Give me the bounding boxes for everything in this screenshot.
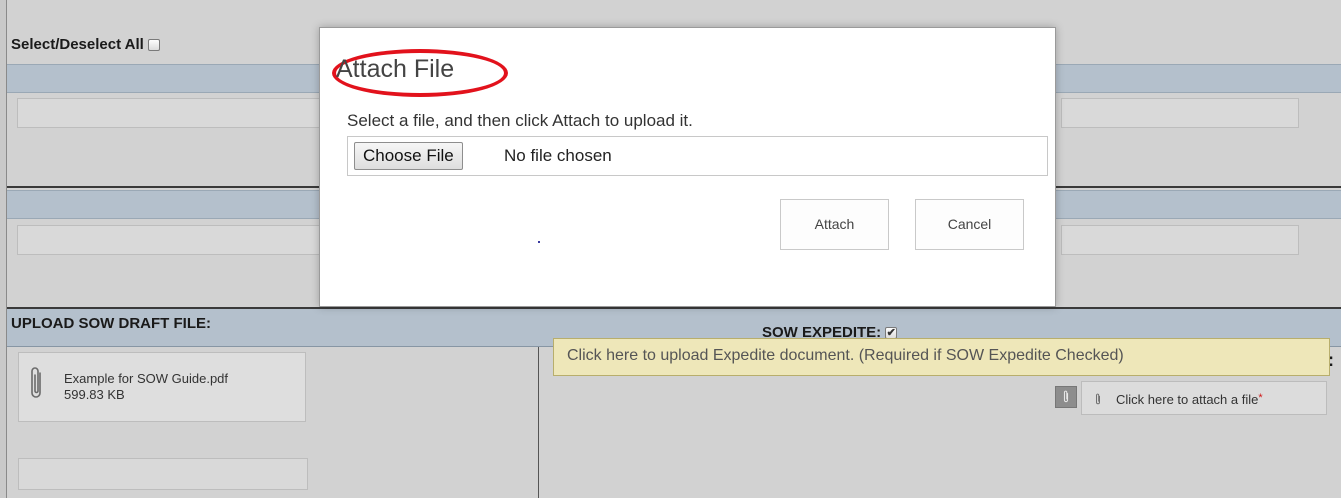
text-field-1-left[interactable]: [17, 98, 327, 128]
paperclip-icon: [1063, 390, 1069, 403]
select-all-label: Select/Deselect All: [11, 36, 144, 53]
paperclip-icon: [1096, 393, 1100, 405]
text-field-2-left[interactable]: [17, 225, 327, 255]
dialog-description: Select a file, and then click Attach to …: [347, 111, 693, 130]
attach-button[interactable]: Attach: [780, 199, 889, 250]
column-divider: [538, 347, 539, 498]
select-all-checkbox[interactable]: [147, 38, 160, 51]
attach-file-link[interactable]: Click here to attach a file*: [1081, 381, 1327, 415]
text-field-2-right[interactable]: [1061, 225, 1299, 255]
required-marker: *: [1258, 392, 1263, 404]
upload-sow-draft-title: UPLOAD SOW DRAFT FILE:: [11, 315, 211, 332]
loading-dot: [538, 241, 540, 243]
no-file-chosen-text: No file chosen: [504, 146, 612, 165]
attach-file-label[interactable]: Click here to attach a file: [1116, 392, 1258, 407]
attach-file-dialog: Attach File Select a file, and then clic…: [319, 27, 1056, 307]
dialog-title: Attach File: [336, 55, 455, 83]
cancel-button[interactable]: Cancel: [915, 199, 1024, 250]
sow-expedite-checkbox[interactable]: ✔: [885, 326, 898, 339]
text-field-1-right[interactable]: [1061, 98, 1299, 128]
select-all-row: Select/Deselect All: [11, 36, 160, 53]
attachment-file-name[interactable]: Example for SOW Guide.pdf: [64, 371, 228, 386]
text-field-3-left[interactable]: [18, 458, 308, 490]
paperclip-icon: [31, 367, 41, 398]
attachment-file-size: 599.83 KB: [64, 387, 125, 402]
choose-file-button[interactable]: Choose File: [354, 142, 463, 170]
attachment-tile[interactable]: Example for SOW Guide.pdf 599.83 KB: [18, 352, 306, 422]
expedite-tooltip: Click here to upload Expedite document. …: [553, 338, 1330, 376]
file-input[interactable]: Choose File No file chosen: [347, 136, 1048, 176]
attach-paperclip-button[interactable]: [1055, 386, 1077, 408]
